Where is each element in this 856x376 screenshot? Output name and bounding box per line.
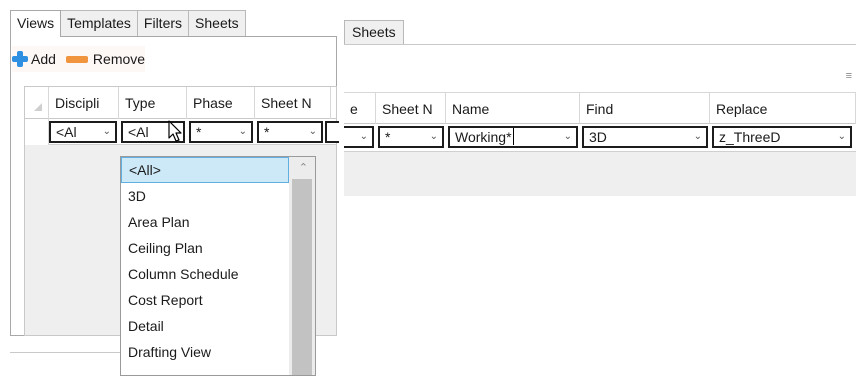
mouse-pointer-icon bbox=[168, 120, 182, 142]
find-combo[interactable]: 3D ⌄ bbox=[582, 126, 708, 148]
sheet-number-value: * bbox=[264, 124, 270, 140]
dropdown-option-3d[interactable]: 3D bbox=[121, 183, 315, 209]
sheet-number-combo[interactable]: * ⌄ bbox=[257, 121, 323, 143]
add-button[interactable]: Add bbox=[12, 51, 56, 67]
partial-combo[interactable]: ⌄ bbox=[344, 126, 374, 148]
dropdown-option-cost-report[interactable]: Cost Report bbox=[121, 287, 315, 313]
tab-sheets[interactable]: Sheets bbox=[344, 20, 404, 44]
dropdown-option-all[interactable]: <All> bbox=[121, 157, 289, 183]
chevron-down-icon: ⌄ bbox=[429, 131, 438, 142]
sheet-number-value: * bbox=[385, 129, 391, 145]
chevron-down-icon: ⌄ bbox=[837, 131, 846, 142]
panel-toolbar-area bbox=[344, 44, 856, 80]
rules-grid: e Sheet N Name Find Replace ⌄ * ⌄ Workin… bbox=[344, 92, 856, 196]
dropdown-scrollbar[interactable]: ⌃ bbox=[289, 157, 315, 375]
grid-header: e Sheet N Name Find Replace bbox=[344, 92, 856, 125]
discipline-value: <Al bbox=[56, 124, 77, 140]
table-row: ⌄ * ⌄ Working* ⌄ 3D ⌄ z_ThreeD ⌄ bbox=[344, 124, 856, 152]
discipline-combo[interactable]: <Al ⌄ bbox=[49, 121, 117, 143]
chevron-down-icon: ⌄ bbox=[563, 131, 572, 142]
phase-value: * bbox=[196, 124, 202, 140]
dropdown-option-drafting-view[interactable]: Drafting View bbox=[121, 339, 315, 365]
column-header-find[interactable]: Find bbox=[580, 93, 710, 125]
chevron-down-icon: ⌄ bbox=[102, 126, 111, 137]
dropdown-option-column-schedule[interactable]: Column Schedule bbox=[121, 261, 315, 287]
column-header-sheet-number[interactable]: Sheet N bbox=[376, 93, 446, 125]
type-value: <Al bbox=[128, 124, 149, 140]
remove-button-label: Remove bbox=[92, 51, 146, 67]
chevron-down-icon: ⌄ bbox=[308, 126, 317, 137]
find-value: 3D bbox=[589, 129, 607, 145]
dropdown-option-area-plan[interactable]: Area Plan bbox=[121, 209, 315, 235]
column-header-replace[interactable]: Replace bbox=[710, 93, 856, 125]
remove-button[interactable]: Remove bbox=[65, 51, 146, 67]
column-header-partial[interactable]: e bbox=[344, 93, 376, 125]
toolbar: Add Remove bbox=[12, 46, 146, 72]
phase-combo[interactable]: * ⌄ bbox=[189, 121, 253, 143]
type-dropdown-list[interactable]: <All> 3D Area Plan Ceiling Plan Column S… bbox=[120, 156, 316, 376]
tab-strip: Sheets bbox=[344, 20, 404, 44]
next-column-combo[interactable] bbox=[325, 121, 339, 143]
plus-icon bbox=[12, 51, 28, 67]
views-panel: Views Templates Filters Sheets Add Remov… bbox=[0, 0, 340, 376]
chevron-down-icon: ⌄ bbox=[693, 131, 702, 142]
column-header-discipline[interactable]: Discipli bbox=[49, 87, 119, 119]
text-caret bbox=[512, 128, 514, 145]
scrollbar-thumb[interactable] bbox=[292, 179, 312, 375]
chevron-up-icon[interactable]: ⌃ bbox=[299, 161, 308, 174]
sheets-panel: Sheets ≡ e Sheet N Name Find Replace ⌄ *… bbox=[344, 0, 856, 200]
divider bbox=[10, 352, 120, 353]
column-header-sheet-number[interactable]: Sheet N bbox=[255, 87, 331, 119]
column-header-name[interactable]: Name bbox=[446, 93, 580, 125]
tab-views[interactable]: Views bbox=[10, 10, 62, 37]
overflow-icon[interactable]: ≡ bbox=[846, 70, 852, 82]
replace-combo[interactable]: z_ThreeD ⌄ bbox=[712, 126, 852, 148]
replace-value: z_ThreeD bbox=[719, 129, 781, 145]
grid-header: Discipli Type Phase Sheet N bbox=[25, 87, 336, 119]
name-combo[interactable]: Working* ⌄ bbox=[448, 126, 578, 148]
column-header-phase[interactable]: Phase bbox=[187, 87, 255, 119]
tab-sheets[interactable]: Sheets bbox=[188, 10, 246, 36]
name-value: Working* bbox=[455, 129, 512, 145]
column-header-type[interactable]: Type bbox=[119, 87, 187, 119]
tab-strip: Views Templates Filters Sheets bbox=[10, 10, 246, 37]
select-all-corner[interactable] bbox=[25, 87, 49, 119]
add-button-label: Add bbox=[31, 51, 56, 67]
tab-templates[interactable]: Templates bbox=[60, 10, 138, 36]
chevron-down-icon: ⌄ bbox=[238, 126, 247, 137]
dropdown-option-ceiling-plan[interactable]: Ceiling Plan bbox=[121, 235, 315, 261]
tab-filters[interactable]: Filters bbox=[136, 10, 190, 36]
sheet-number-combo[interactable]: * ⌄ bbox=[378, 126, 444, 148]
row-header[interactable] bbox=[25, 119, 49, 145]
chevron-down-icon: ⌄ bbox=[359, 131, 368, 142]
minus-icon bbox=[65, 55, 88, 63]
dropdown-option-detail[interactable]: Detail bbox=[121, 313, 315, 339]
